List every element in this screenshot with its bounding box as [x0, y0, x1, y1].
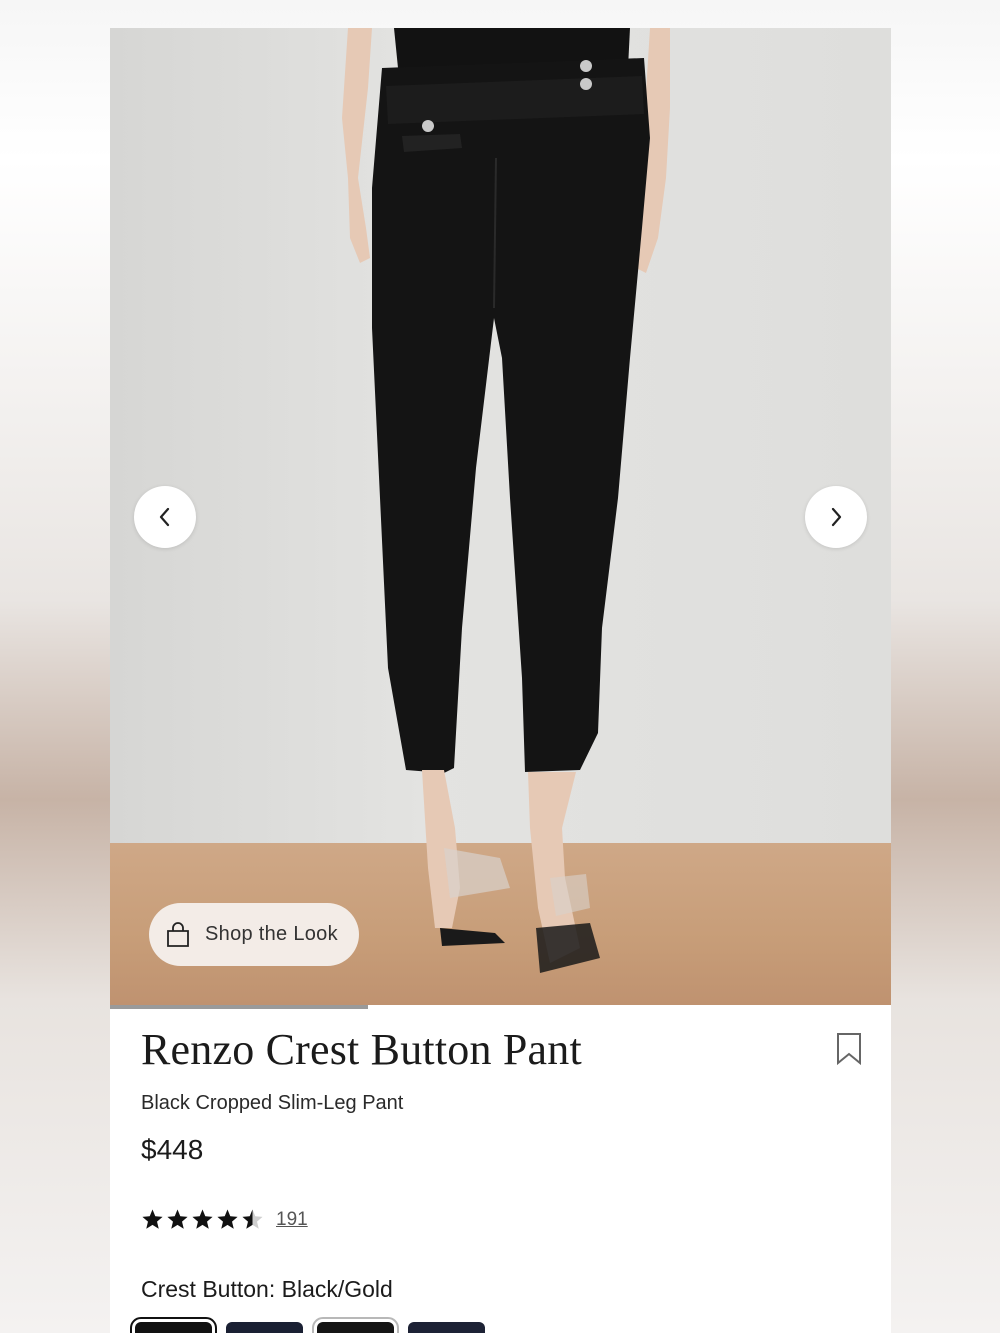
color-swatch[interactable]	[130, 1317, 217, 1333]
previous-image-button[interactable]	[134, 486, 196, 548]
chevron-left-icon	[159, 507, 170, 527]
color-swatch[interactable]	[226, 1322, 303, 1333]
color-label: Crest Button: Black/Gold	[141, 1276, 393, 1302]
shopping-bag-icon	[167, 921, 189, 947]
gallery-progress-indicator	[110, 1005, 368, 1009]
product-price: $448	[141, 1134, 204, 1165]
bookmark-icon[interactable]	[835, 1032, 863, 1066]
product-card: Shop the Look Renzo Crest Button Pant Bl…	[110, 28, 891, 1333]
review-count-link[interactable]: 191	[276, 1209, 308, 1231]
star-full-icon	[167, 1209, 188, 1229]
color-swatch[interactable]	[408, 1322, 485, 1333]
chevron-right-icon	[831, 507, 842, 527]
star-half-icon	[242, 1209, 263, 1229]
shop-the-look-button[interactable]: Shop the Look	[149, 903, 359, 966]
color-swatches	[130, 1317, 485, 1333]
color-swatch[interactable]	[312, 1317, 399, 1333]
next-image-button[interactable]	[805, 486, 867, 548]
product-photo	[342, 28, 670, 973]
product-subtitle: Black Cropped Slim-Leg Pant	[141, 1092, 404, 1114]
product-image-gallery[interactable]: Shop the Look	[110, 28, 891, 1005]
rating-stars	[141, 1208, 264, 1231]
star-full-icon	[192, 1209, 213, 1229]
product-rating: 191	[141, 1208, 308, 1231]
star-full-icon	[142, 1209, 163, 1229]
star-full-icon	[217, 1209, 238, 1229]
product-title: Renzo Crest Button Pant	[141, 1025, 582, 1074]
shop-the-look-label: Shop the Look	[205, 923, 338, 945]
